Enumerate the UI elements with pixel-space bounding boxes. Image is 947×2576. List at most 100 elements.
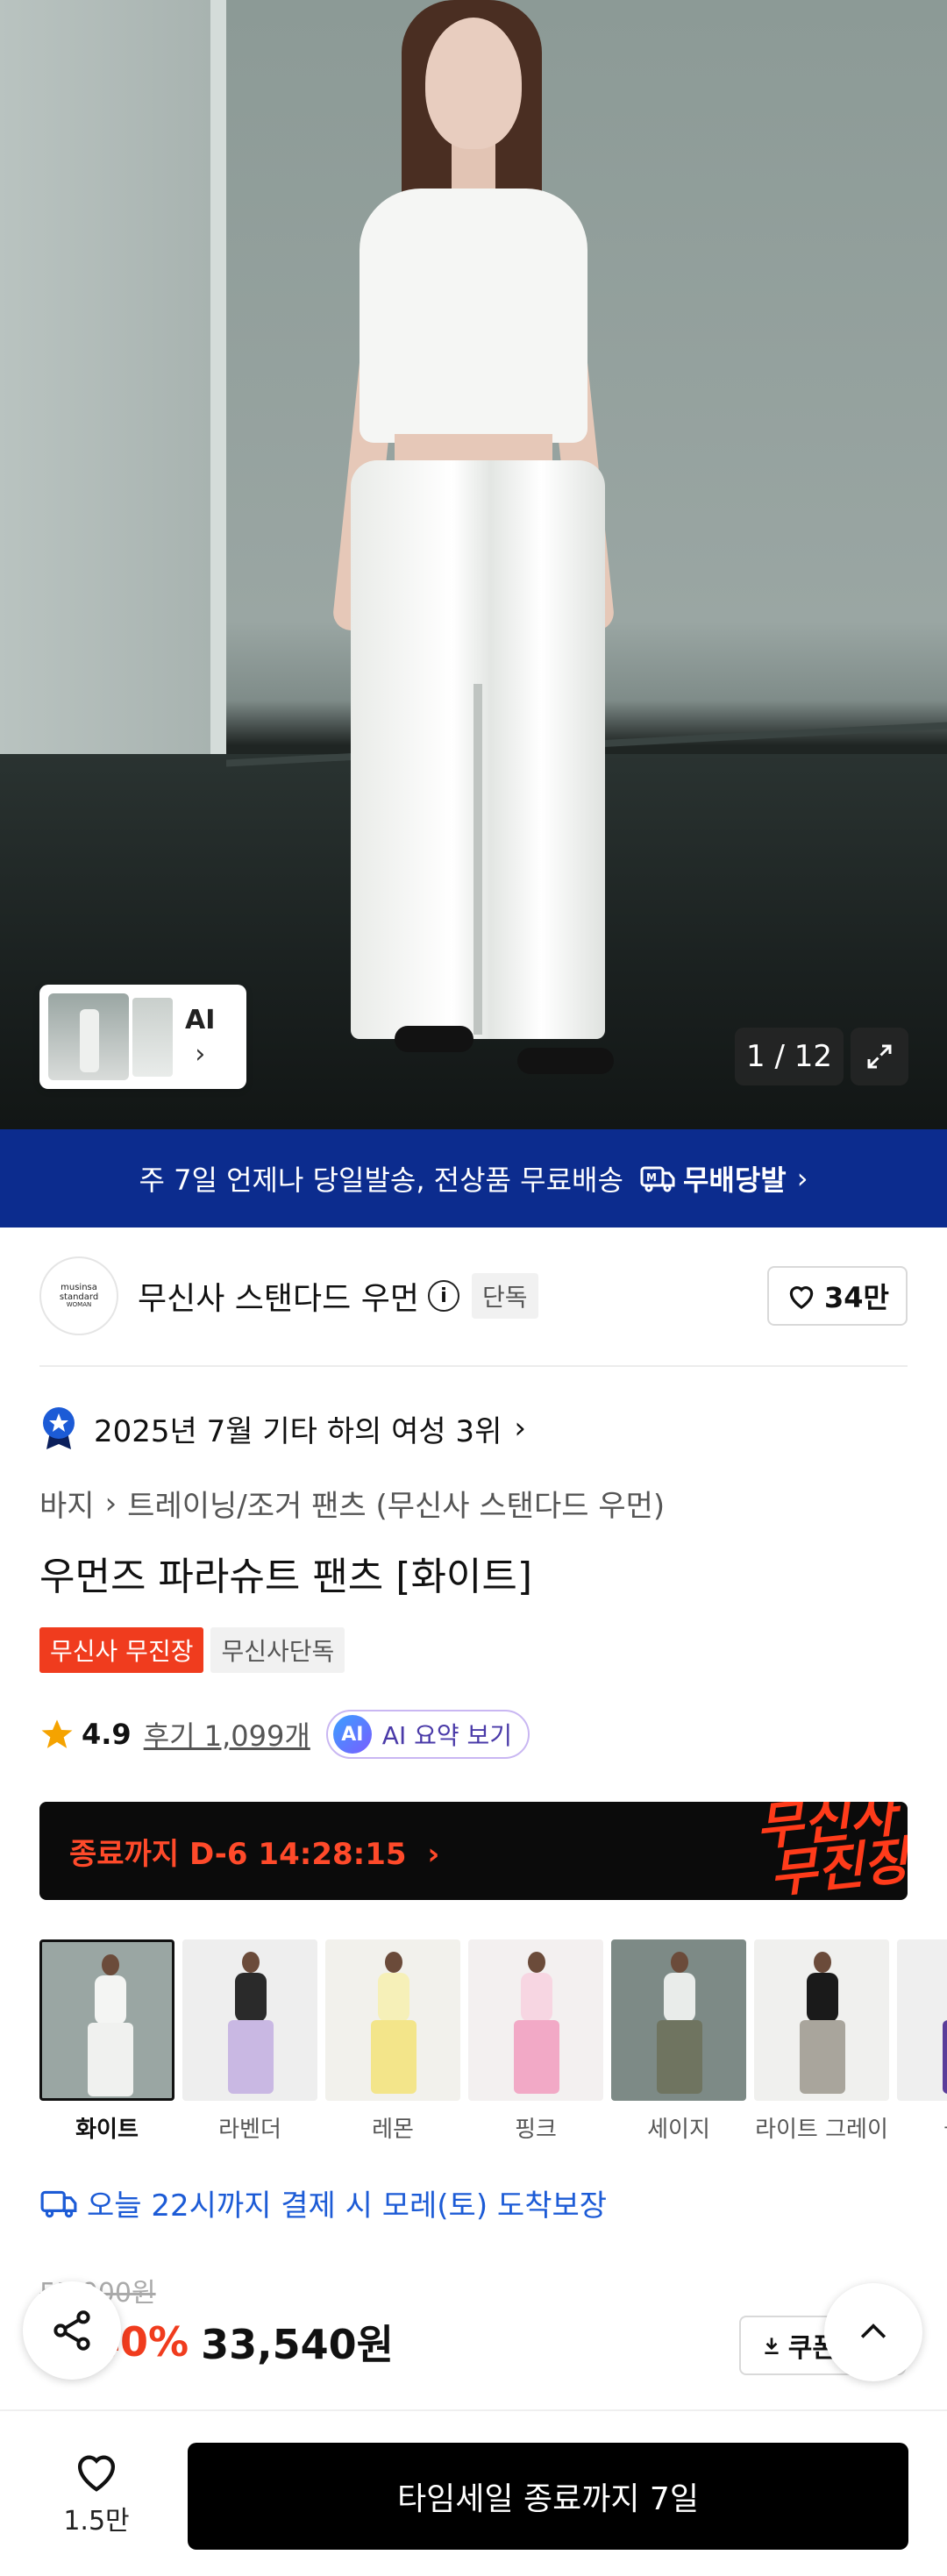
- color-option-model-head: [671, 1952, 688, 1973]
- color-option-image: [468, 1939, 603, 2101]
- product-tags: 무신사 무진장 무신사단독: [39, 1627, 345, 1673]
- brand-logo-line3: WOMAN: [66, 1301, 92, 1309]
- color-option[interactable]: 레몬: [325, 1939, 460, 2144]
- color-option-label: 화이트: [75, 2117, 139, 2143]
- heart-icon: [77, 2455, 116, 2492]
- share-button[interactable]: [23, 2281, 121, 2380]
- chevron-right-icon: ›: [195, 1038, 206, 1070]
- ai-thumb-image-2: [132, 997, 173, 1077]
- purchase-button[interactable]: 타임세일 종료까지 7일: [188, 2443, 908, 2550]
- color-options: 화이트 라벤더 레몬 핑크 세이지 라이트 그레이 블랙: [39, 1939, 947, 2150]
- ai-lookbook-thumbnail[interactable]: AI ›: [39, 985, 246, 1089]
- free-delivery-banner[interactable]: 주 7일 언제나 당일발송, 전상품 무료배송 M 무배당발 ›: [0, 1129, 947, 1228]
- color-option-model-top: [664, 1973, 695, 2022]
- share-icon: [53, 2310, 90, 2351]
- brand-like-button[interactable]: 34만: [767, 1266, 908, 1326]
- brand-name-link[interactable]: 무신사 스탠다드 우먼: [138, 1273, 419, 1319]
- rating-row: 4.9 후기 1,099개 AI AI 요약 보기: [39, 1708, 530, 1761]
- color-option[interactable]: 화이트: [39, 1939, 174, 2144]
- color-option-image: [325, 1939, 460, 2101]
- color-option-model-top: [807, 1973, 838, 2022]
- color-option-label: 레몬: [372, 2117, 414, 2143]
- ai-thumb-image-1: [48, 993, 129, 1080]
- color-option-label: 핑크: [515, 2117, 557, 2143]
- event-tag: 무신사 무진장: [39, 1627, 204, 1673]
- banner-text: 주 7일 언제나 당일발송, 전상품 무료배송: [139, 1163, 623, 1197]
- color-option-model-head: [385, 1952, 402, 1973]
- section-divider: [39, 1365, 908, 1367]
- brand-row: musinsa standard WOMAN 무신사 스탠다드 우먼 i 단독 …: [39, 1254, 908, 1338]
- model-shoe-left: [395, 1026, 474, 1052]
- ai-badge-icon: AI: [332, 1715, 372, 1754]
- brand-logo-line1: musinsa: [61, 1283, 97, 1293]
- breadcrumb-level1[interactable]: 바지: [39, 1482, 95, 1525]
- color-option-model-top: [95, 1975, 126, 2025]
- product-model: [331, 0, 623, 1096]
- delivery-truck-icon: M: [640, 1166, 675, 1192]
- delivery-truck-icon: [40, 2190, 77, 2217]
- timesale-promo-banner[interactable]: 종료까지 D-6 14:28:15 › 무신사 무진장: [39, 1802, 908, 1900]
- chevron-right-icon: ›: [104, 1485, 117, 1521]
- model-pants-gap: [474, 684, 482, 1035]
- ranking-link[interactable]: 2025년 7월 기타 하의 여성 3위 ›: [39, 1403, 526, 1454]
- color-option-model-pants: [800, 2020, 845, 2094]
- heart-icon: [789, 1286, 814, 1309]
- color-option-image: [39, 1939, 174, 2101]
- color-option-model-pants: [371, 2020, 417, 2094]
- bottom-action-bar: 1.5만 타임세일 종료까지 7일: [0, 2409, 947, 2576]
- color-option-model-pants: [514, 2020, 559, 2094]
- wishlist-button[interactable]: 1.5만: [35, 2448, 158, 2537]
- chevron-right-icon: ›: [796, 1162, 808, 1195]
- star-icon: [41, 1719, 73, 1748]
- download-icon: [765, 2338, 779, 2355]
- color-option-label: 라이트 그레이: [755, 2117, 888, 2143]
- color-option-model-head: [528, 1952, 545, 1973]
- color-option-model-head: [242, 1952, 260, 1973]
- color-option-image: [611, 1939, 746, 2101]
- exclusive-tag: 단독: [471, 1273, 538, 1319]
- expand-image-button[interactable]: [851, 1028, 908, 1085]
- final-price: 33,540원: [201, 2321, 394, 2368]
- color-option[interactable]: 세이지: [611, 1939, 746, 2144]
- color-option[interactable]: 블랙: [897, 1939, 947, 2144]
- color-option-image: [897, 1939, 947, 2101]
- color-option-model-pants: [657, 2020, 702, 2094]
- breadcrumb: 바지 › 트레이닝/조거 팬츠 (무신사 스탠다드 우먼): [39, 1482, 665, 1525]
- promo-brand-line2: 무진장: [766, 1830, 908, 1900]
- color-option-model-pants: [943, 2020, 947, 2094]
- info-icon[interactable]: i: [427, 1280, 459, 1312]
- image-wall: [0, 0, 210, 754]
- color-option[interactable]: 라벤더: [182, 1939, 317, 2144]
- color-option-model-top: [521, 1973, 552, 2022]
- brand-logo[interactable]: musinsa standard WOMAN: [39, 1256, 118, 1335]
- product-title: 우먼즈 파라슈트 팬츠 [화이트]: [39, 1555, 533, 1599]
- model-face: [425, 18, 522, 149]
- color-option[interactable]: 핑크: [468, 1939, 603, 2144]
- ai-thumb-label-group: AI ›: [185, 1005, 215, 1070]
- color-option-model-pants: [88, 2023, 133, 2096]
- delivery-guarantee[interactable]: 오늘 22시까지 결제 시 모레(토) 도착보장: [39, 2181, 607, 2224]
- wishlist-count: 1.5만: [63, 2506, 130, 2537]
- model-shoe-right: [517, 1048, 614, 1074]
- banner-badge-label: 무배당발: [682, 1163, 787, 1197]
- brand-like-count: 34만: [824, 1281, 889, 1314]
- reviews-link[interactable]: 후기 1,099개: [144, 1714, 310, 1754]
- promo-countdown: 종료까지 D-6 14:28:15 ›: [69, 1830, 439, 1873]
- color-option[interactable]: 라이트 그레이: [754, 1939, 889, 2144]
- exclusive-product-tag: 무신사단독: [210, 1627, 345, 1673]
- color-option-image: [754, 1939, 889, 2101]
- color-option-label: 세이지: [647, 2117, 710, 2143]
- color-option-model-pants: [228, 2020, 274, 2094]
- expand-icon: [867, 1044, 892, 1069]
- promo-brand-logo: 무신사 무진장: [753, 1802, 908, 1900]
- ai-summary-button[interactable]: AI AI 요약 보기: [325, 1710, 530, 1759]
- scroll-top-button[interactable]: [824, 2283, 922, 2381]
- product-main-image[interactable]: AI › 1 / 12: [0, 0, 947, 1129]
- ai-summary-label: AI 요약 보기: [381, 1721, 513, 1750]
- breadcrumb-level2[interactable]: 트레이닝/조거 팬츠 (무신사 스탠다드 우먼): [127, 1482, 665, 1525]
- color-option-model-head: [102, 1954, 119, 1975]
- chevron-right-icon: ›: [427, 1836, 440, 1872]
- color-option-label: 라벤더: [218, 2117, 281, 2143]
- ranking-text: 2025년 7월 기타 하의 여성 3위: [94, 1413, 502, 1449]
- svg-text:M: M: [646, 1171, 657, 1184]
